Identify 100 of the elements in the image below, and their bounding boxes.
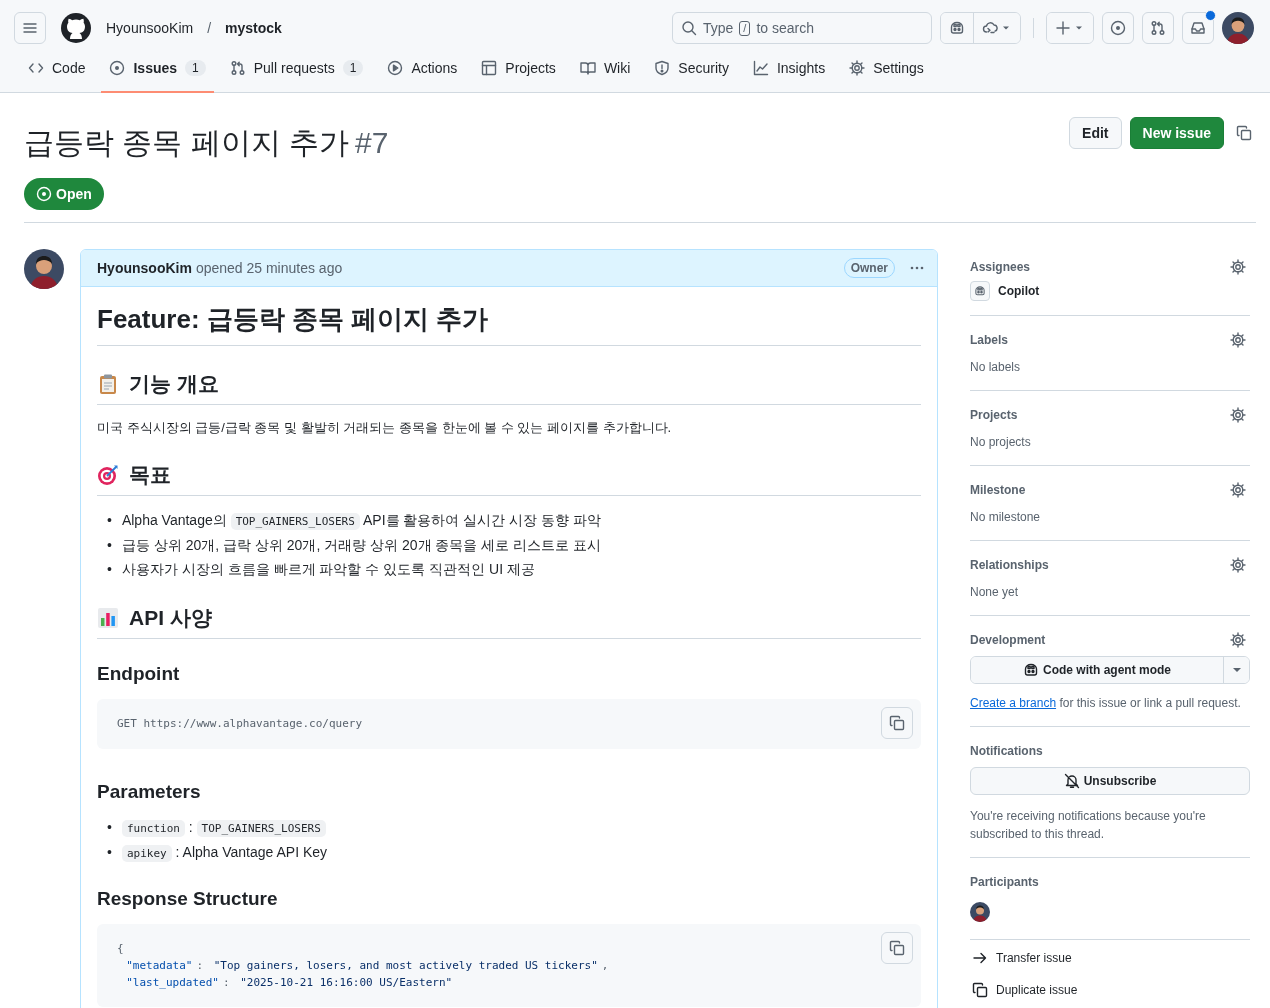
settings-icon [1230,259,1246,275]
settings-icon [1230,332,1246,348]
section-title: Participants [970,875,1039,889]
bullet: • [107,843,112,862]
unsubscribe-button[interactable]: Unsubscribe [970,767,1250,795]
edit-button[interactable]: Edit [1069,117,1122,149]
section-title: Projects [970,408,1018,422]
logo-icon[interactable] [60,12,92,44]
repo-tab[interactable]: Code [20,44,94,93]
section-title: Labels [970,333,1008,347]
section-value: No labels [970,359,1022,376]
repo-tab[interactable]: Wiki [571,44,639,93]
menu-button[interactable] [14,12,46,44]
author-link[interactable]: HyounsooKim [97,260,192,276]
comment-meta: opened 25 minutes ago [195,260,343,276]
avatar[interactable] [1222,12,1254,44]
clipboard-icon [97,373,119,395]
copy-icon [889,715,905,731]
list-item: function : TOP_GAINERS_LOSERS [121,817,326,839]
cloud-terminal-icon [982,20,998,36]
copy-icon [1236,125,1252,141]
duplicate-issue-button[interactable]: Duplicate issue [970,976,1080,1004]
inbox-icon [1190,20,1206,36]
section-title: Development [970,633,1046,647]
repo-link[interactable]: mystock [225,20,282,36]
code-block: { "metadata" : "Top gainers, losers, and most actively traded US tickers" , "last_updated" : "2025-10-21 16:16:00 US/Eastern" [97,924,921,1007]
pull-request-icon [229,59,246,76]
heading: Feature: 급등락 종목 페이지 추가 [97,302,921,346]
repo-tab[interactable]: Insights [744,44,834,93]
cloud-terminal-button[interactable] [973,13,1020,43]
issues-button[interactable] [1102,12,1134,44]
subheading: Endpoint [97,663,181,685]
bullet: • [107,536,112,555]
section-title: Milestone [970,483,1026,497]
book-icon [579,59,596,76]
development-note: Create a branch for this issue or link a pull request. [970,695,1242,712]
owner-link[interactable]: HyounsooKim [106,20,194,36]
repo-tab[interactable]: Pull requests 1 [221,44,372,93]
bell-slash-icon [1063,773,1080,789]
pull-requests-button[interactable] [1142,12,1174,44]
inbox-button[interactable] [1182,12,1214,44]
section-value: No projects [970,434,1032,451]
repo-tab[interactable]: Actions [379,44,466,93]
shield-icon [654,59,671,76]
subheading: Parameters [97,781,202,803]
transfer-issue-button[interactable]: Transfer issue [970,944,1074,972]
subheading: Response Structure [97,888,279,910]
heading: 목표 [129,462,171,488]
settings-icon [1230,482,1246,498]
paragraph: 미국 주식시장의 급등/급락 종목 및 활발히 거래되는 종목을 한눈에 볼 수 있는 페이지를 추가합니다. [97,419,673,437]
search-icon [681,20,697,36]
breadcrumb-separator: / [207,20,212,36]
repo-tab[interactable]: Issues 1 [101,44,214,93]
heading: API 사양 [129,605,212,631]
settings-icon [849,59,866,76]
list-item: apikey : Alpha Vantage API Key [121,842,328,864]
pull-request-icon [1150,20,1166,36]
graph-icon [752,59,769,76]
arrow-icon [972,950,988,966]
agent-mode-button[interactable]: Code with agent mode [971,657,1223,683]
issue-title: 급등락 종목 페이지 추가 #7 [24,125,390,161]
list-item: Alpha Vantage의 TOP_GAINERS_LOSERS API를 활용하여 실시간 시장 동향 파악 [121,511,601,532]
section-value: No milestone [970,509,1042,526]
robot-icon [1023,662,1039,678]
repo-tab[interactable]: Security [646,44,737,93]
section-title: Assignees [970,260,1031,274]
issue-icon [109,59,126,76]
create-button[interactable] [1047,13,1093,43]
avatar[interactable] [24,249,64,289]
copy-button[interactable] [881,707,913,739]
section-title: Relationships [970,558,1049,572]
heading: 기능 개요 [129,371,219,397]
repo-tab[interactable]: Settings [841,44,932,93]
section-title: Notifications [970,744,1043,758]
copy-icon [972,982,988,998]
table-icon [481,59,498,76]
settings-icon [1230,407,1246,423]
settings-icon [1230,632,1246,648]
search-field[interactable]: Type / to search [672,12,932,44]
list-item: 급등 상위 20개, 급락 상위 20개, 거래량 상위 20개 종목을 세로 리스트로 표시 [121,536,602,555]
new-issue-button[interactable]: New issue [1129,117,1224,149]
robot-icon [949,20,965,36]
bullet: • [107,818,112,837]
target-icon [97,464,119,486]
avatar[interactable] [970,902,990,922]
notification-note: You're receiving notifications because you're subscribed to this thread. [970,808,1207,843]
create-branch-link[interactable]: Create a branch [970,696,1057,710]
issue-icon [36,186,52,202]
bullet: • [107,511,112,530]
list-item: 사용자가 시장의 흐름을 빠르게 파악할 수 있도록 직관적인 UI 제공 [121,560,535,579]
assignee-name[interactable]: Copilot [998,284,1040,298]
copy-button[interactable] [881,932,913,964]
bar-chart-icon [97,607,119,629]
settings-icon [1230,557,1246,573]
repo-tab[interactable]: Projects [473,44,564,93]
issue-icon [1110,20,1126,36]
plus-icon [1055,20,1071,36]
play-icon [387,59,404,76]
section-value: None yet [970,584,1020,601]
menu-icon [22,20,38,36]
